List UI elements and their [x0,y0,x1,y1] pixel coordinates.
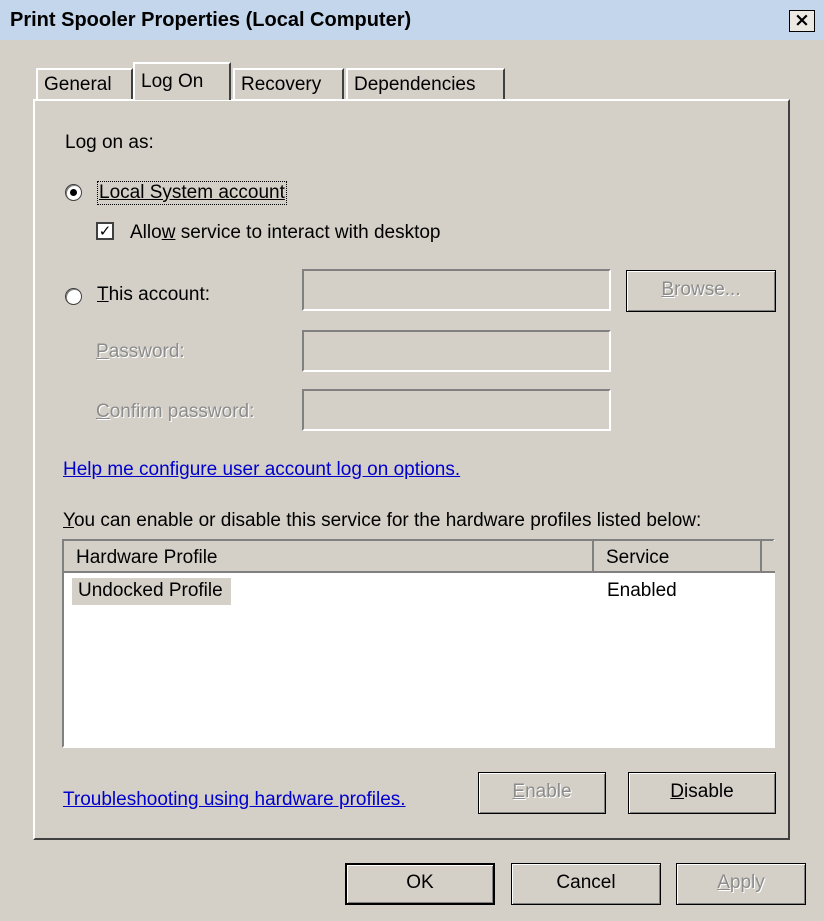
apply-access-key: A [717,872,730,893]
column-header-hardware-profile-label: Hardware Profile [76,547,218,568]
hardware-profiles-list[interactable]: Hardware Profile Service Undocked Profil… [62,539,775,748]
cancel-label: Cancel [556,872,616,893]
title-bar: Print Spooler Properties (Local Computer… [0,0,824,40]
this-account-access-key: T [97,284,109,305]
local-system-label[interactable]: Local System account [97,181,287,205]
column-header-service[interactable]: Service [594,541,762,573]
tab-general-label: General [44,74,112,95]
this-account-radio[interactable] [65,288,82,305]
hardware-intro-access-key: Y [63,510,74,531]
profile-cell: Undocked Profile [72,578,231,605]
log-on-as-label: Log on as: [65,132,154,153]
confirm-password-text: onfirm password: [109,401,255,422]
enable-button[interactable]: Enable [478,772,606,814]
service-cell: Enabled [607,580,677,601]
allow-interact-checkbox[interactable]: ✓ [96,222,114,240]
allow-interact-label[interactable]: Allow service to interact with desktop [130,222,441,244]
disable-button[interactable]: Disable [628,772,776,814]
column-header-filler [762,541,775,573]
hardware-intro-text: ou can enable or disable this service fo… [73,510,702,531]
column-header-hardware-profile[interactable]: Hardware Profile [64,541,594,573]
tab-recovery[interactable]: Recovery [233,68,344,102]
tab-log-on[interactable]: Log On [133,62,231,100]
local-system-label-text: Local System account [99,182,285,203]
password-field[interactable] [302,330,611,372]
cancel-button[interactable]: Cancel [511,863,661,905]
enable-access-key: E [512,781,526,802]
browse-button[interactable]: Browse... [626,270,776,312]
table-row[interactable]: Undocked Profile Enabled [70,577,677,609]
close-button[interactable]: × [789,10,815,32]
browse-text: rowse... [674,279,741,300]
checkmark-icon: ✓ [98,222,112,240]
allow-interact-text-1: Allo [130,222,162,243]
allow-interact-text-2: service to interact with desktop [175,222,441,243]
browse-access-key: B [661,279,675,300]
tab-log-on-label: Log On [141,71,204,92]
window-title: Print Spooler Properties (Local Computer… [10,9,412,31]
confirm-password-field[interactable] [302,389,611,431]
password-access-key: P [96,341,109,362]
apply-button[interactable]: Apply [676,863,806,905]
tab-recovery-label: Recovery [241,74,322,95]
disable-access-key: D [670,781,685,802]
this-account-text: his account: [108,284,211,305]
troubleshooting-link[interactable]: Troubleshooting using hardware profiles. [63,789,406,811]
radio-selected-dot [70,189,77,196]
disable-text: isable [684,781,734,802]
hardware-intro-label: You can enable or disable this service f… [63,510,701,532]
local-system-radio[interactable] [65,184,82,201]
allow-interact-access-key: w [161,222,176,243]
password-text: assword: [108,341,185,362]
column-header-service-label: Service [606,547,670,568]
tab-general[interactable]: General [36,68,133,102]
ok-label: OK [406,872,434,893]
apply-text: pply [729,872,765,893]
password-label: Password: [96,341,185,363]
confirm-password-access-key: C [96,401,110,422]
account-name-field[interactable] [302,269,611,311]
tab-dependencies[interactable]: Dependencies [346,68,505,102]
tab-dependencies-label: Dependencies [354,74,476,95]
this-account-label[interactable]: This account: [97,284,210,306]
ok-button[interactable]: OK [345,863,495,905]
close-icon: × [794,9,810,31]
enable-text: nable [525,781,572,802]
help-configure-link[interactable]: Help me configure user account log on op… [63,459,460,481]
confirm-password-label: Confirm password: [96,401,254,423]
